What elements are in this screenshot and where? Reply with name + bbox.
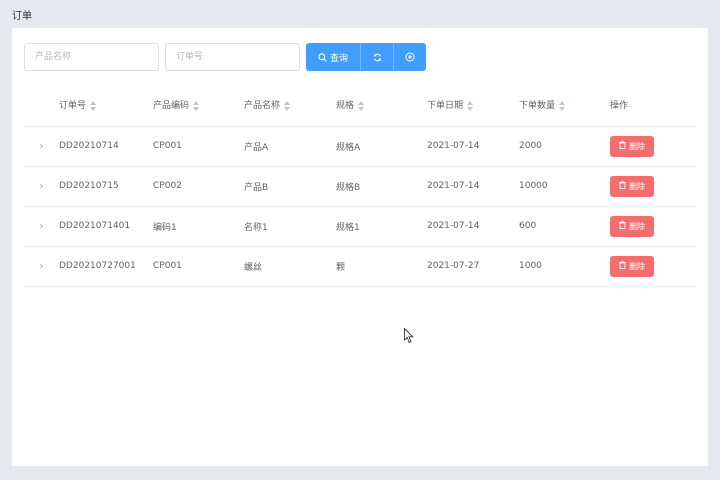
- orders-table: 订单号 产品编码 产品名称 规格 下单日期 下单数量 操作 › DD202107…: [24, 84, 696, 287]
- product-name-cell: 名称1: [244, 206, 336, 247]
- page-title: 订单: [12, 11, 32, 22]
- column-header-order-no[interactable]: 订单号: [59, 84, 153, 127]
- order-date-cell: 2021-07-14: [427, 126, 519, 167]
- table-row: › DD20210714 CP001 产品A 规格A 2021-07-14 20…: [24, 126, 696, 167]
- toolbar-button-group: 查询: [306, 43, 426, 71]
- order-qty-cell: 2000: [519, 126, 610, 167]
- trash-icon: [619, 180, 626, 191]
- order-no-cell: DD20210714: [59, 126, 153, 167]
- refresh-button[interactable]: [360, 43, 393, 71]
- delete-button-label: 删除: [629, 141, 645, 151]
- spec-cell: 规格1: [336, 206, 427, 247]
- search-icon: [318, 52, 327, 62]
- chevron-right-icon[interactable]: ›: [40, 181, 44, 192]
- expand-cell[interactable]: ›: [24, 166, 59, 207]
- table-header-row: 订单号 产品编码 产品名称 规格 下单日期 下单数量 操作: [24, 84, 696, 127]
- chevron-right-icon[interactable]: ›: [40, 141, 44, 152]
- actions-cell: 删除: [610, 126, 696, 167]
- delete-button-label: 删除: [629, 221, 645, 231]
- content-card: 查询: [12, 28, 708, 466]
- search-button-label: 查询: [329, 53, 348, 64]
- trash-icon: [619, 140, 626, 151]
- delete-button-label: 删除: [629, 181, 645, 191]
- search-bar: 查询: [24, 43, 426, 71]
- delete-button[interactable]: 删除: [610, 175, 654, 197]
- delete-button-label: 删除: [629, 261, 645, 271]
- column-header-actions: 操作: [610, 84, 696, 127]
- chevron-right-icon[interactable]: ›: [40, 221, 44, 232]
- column-header-order-date[interactable]: 下单日期: [427, 84, 519, 127]
- product-name-input[interactable]: [24, 43, 159, 71]
- actions-cell: 删除: [610, 246, 696, 287]
- order-date-cell: 2021-07-14: [427, 166, 519, 207]
- expand-cell[interactable]: ›: [24, 246, 59, 287]
- search-button[interactable]: 查询: [306, 43, 360, 71]
- table-row: › DD20210715 CP002 产品B 规格B 2021-07-14 10…: [24, 166, 696, 207]
- order-no-cell: DD20210727001: [59, 246, 153, 287]
- spec-cell: 规格B: [336, 166, 427, 207]
- sort-icon[interactable]: [559, 100, 566, 111]
- order-date-cell: 2021-07-27: [427, 246, 519, 287]
- delete-button[interactable]: 删除: [610, 135, 654, 157]
- product-name-cell: 产品B: [244, 166, 336, 207]
- add-button[interactable]: [393, 43, 426, 71]
- expand-cell[interactable]: ›: [24, 206, 59, 247]
- column-header-order-qty[interactable]: 下单数量: [519, 84, 610, 127]
- delete-button[interactable]: 删除: [610, 255, 654, 277]
- order-date-cell: 2021-07-14: [427, 206, 519, 247]
- trash-icon: [619, 220, 626, 231]
- order-qty-cell: 1000: [519, 246, 610, 287]
- order-no-cell: DD2021071401: [59, 206, 153, 247]
- order-no-input[interactable]: [165, 43, 300, 71]
- plus-circle-icon: [405, 52, 415, 62]
- order-qty-cell: 10000: [519, 166, 610, 207]
- order-no-cell: DD20210715: [59, 166, 153, 207]
- trash-icon: [619, 260, 626, 271]
- column-header-product-name[interactable]: 产品名称: [244, 84, 336, 127]
- spec-cell: 规格A: [336, 126, 427, 167]
- delete-button[interactable]: 删除: [610, 215, 654, 237]
- product-code-cell: CP001: [153, 246, 244, 287]
- refresh-icon: [373, 53, 382, 62]
- actions-cell: 删除: [610, 206, 696, 247]
- chevron-right-icon[interactable]: ›: [40, 261, 44, 272]
- product-code-cell: CP001: [153, 126, 244, 167]
- sort-icon[interactable]: [193, 100, 200, 111]
- product-code-cell: 编码1: [153, 206, 244, 247]
- spec-cell: 颗: [336, 246, 427, 287]
- product-name-cell: 产品A: [244, 126, 336, 167]
- expand-column-header: [24, 84, 59, 127]
- column-header-product-code[interactable]: 产品编码: [153, 84, 244, 127]
- expand-cell[interactable]: ›: [24, 126, 59, 167]
- mouse-cursor-icon: [404, 327, 414, 348]
- sort-icon[interactable]: [284, 100, 291, 111]
- sort-icon[interactable]: [358, 100, 365, 111]
- table-row: › DD20210727001 CP001 螺丝 颗 2021-07-27 10…: [24, 246, 696, 287]
- sort-icon[interactable]: [90, 100, 97, 111]
- sort-icon[interactable]: [467, 100, 474, 111]
- order-qty-cell: 600: [519, 206, 610, 247]
- product-code-cell: CP002: [153, 166, 244, 207]
- product-name-cell: 螺丝: [244, 246, 336, 287]
- actions-cell: 删除: [610, 166, 696, 207]
- column-header-spec[interactable]: 规格: [336, 84, 427, 127]
- table-row: › DD2021071401 编码1 名称1 规格1 2021-07-14 60…: [24, 206, 696, 247]
